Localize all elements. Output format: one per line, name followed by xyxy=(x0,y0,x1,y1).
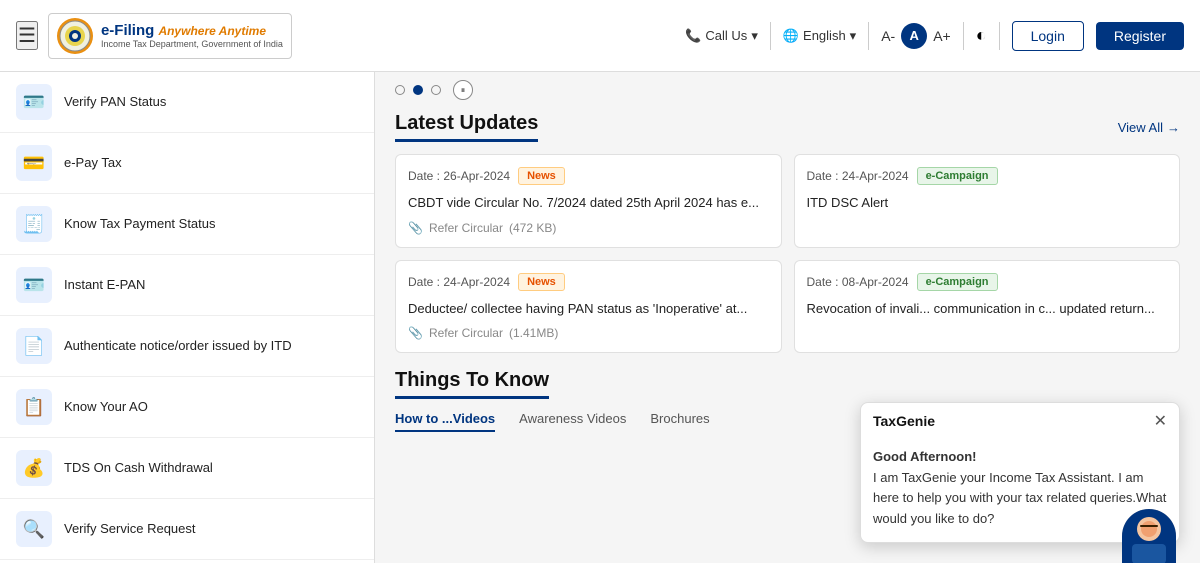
login-button[interactable]: Login xyxy=(1012,21,1084,51)
font-decrease-button[interactable]: A- xyxy=(881,28,895,44)
sidebar-label-know-ao: Know Your AO xyxy=(64,398,148,416)
divider-1 xyxy=(770,22,771,50)
divider-3 xyxy=(963,22,964,50)
card-date-1: Date : 26-Apr-2024 xyxy=(408,169,510,183)
font-increase-button[interactable]: A+ xyxy=(933,28,951,44)
hamburger-icon: ☰ xyxy=(18,25,36,47)
card-body-3: Deductee/ collectee having PAN status as… xyxy=(408,299,769,319)
sidebar-item-tds-cash[interactable]: 💰 TDS On Cash Withdrawal xyxy=(0,438,374,499)
card-date-4: Date : 08-Apr-2024 xyxy=(807,275,909,289)
verify-service-icon: 🔍 xyxy=(16,511,52,547)
know-ao-icon: 📋 xyxy=(16,389,52,425)
sidebar-item-know-payment[interactable]: 🧾 Know Tax Payment Status xyxy=(0,194,374,255)
sidebar-label-verify-pan: Verify PAN Status xyxy=(64,93,166,111)
sidebar-item-epay-tax[interactable]: 💳 e-Pay Tax xyxy=(0,133,374,194)
card-meta-2: Date : 24-Apr-2024 e-Campaign xyxy=(807,167,1168,185)
chatbox-greeting: Good Afternoon! xyxy=(873,449,977,464)
header: ☰ e-Filing Anywhere Anytime Income Tax D… xyxy=(0,0,1200,72)
latest-updates-header: Latest Updates View All → xyxy=(395,112,1180,142)
refer-circular-icon-3: 📎 xyxy=(408,326,423,340)
carousel-dot-2[interactable] xyxy=(413,85,423,95)
tab-brochures[interactable]: Brochures xyxy=(650,411,709,432)
card-meta-4: Date : 08-Apr-2024 e-Campaign xyxy=(807,273,1168,291)
contrast-button[interactable]: ◐ xyxy=(976,25,987,46)
carousel-dot-1[interactable] xyxy=(395,85,405,95)
sidebar-label-authenticate: Authenticate notice/order issued by ITD xyxy=(64,337,292,355)
call-chevron-icon: ▾ xyxy=(751,28,758,44)
sidebar-label-instant-epan: Instant E-PAN xyxy=(64,276,145,294)
card-badge-4: e-Campaign xyxy=(917,273,998,291)
verify-pan-icon: 🪪 xyxy=(16,84,52,120)
chatbox-header: TaxGenie ✕ xyxy=(861,403,1179,439)
latest-updates-title: Latest Updates xyxy=(395,112,538,142)
font-normal-button[interactable]: A xyxy=(901,23,927,49)
epay-tax-icon: 💳 xyxy=(16,145,52,181)
logo-emblem xyxy=(57,18,93,54)
logo-box: e-Filing Anywhere Anytime Income Tax Dep… xyxy=(48,13,292,59)
register-button[interactable]: Register xyxy=(1096,22,1184,50)
header-left: ☰ e-Filing Anywhere Anytime Income Tax D… xyxy=(16,13,292,59)
logo-text: e-Filing Anywhere Anytime Income Tax Dep… xyxy=(101,22,283,49)
taxgenie-title: TaxGenie xyxy=(873,413,935,429)
tab-how-to-videos[interactable]: How to ...Videos xyxy=(395,411,495,432)
divider-4 xyxy=(999,22,1000,50)
sidebar-label-tds-cash: TDS On Cash Withdrawal xyxy=(64,459,213,477)
sidebar-item-verify-pan[interactable]: 🪪 Verify PAN Status xyxy=(0,72,374,133)
card-meta-3: Date : 24-Apr-2024 News xyxy=(408,273,769,291)
sidebar-item-verify-service[interactable]: 🔍 Verify Service Request xyxy=(0,499,374,560)
card-date-3: Date : 24-Apr-2024 xyxy=(408,275,510,289)
chatbox-message: I am TaxGenie your Income Tax Assistant.… xyxy=(873,470,1166,527)
card-badge-2: e-Campaign xyxy=(917,167,998,185)
card-body-1: CBDT vide Circular No. 7/2024 dated 25th… xyxy=(408,193,769,213)
language-button[interactable]: 🌐 English ▾ xyxy=(783,28,856,44)
things-to-know-title: Things To Know xyxy=(395,369,549,399)
card-body-2: ITD DSC Alert xyxy=(807,193,1168,213)
card-date-2: Date : 24-Apr-2024 xyxy=(807,169,909,183)
sidebar: 🪪 Verify PAN Status 💳 e-Pay Tax 🧾 Know T… xyxy=(0,72,375,563)
sidebar-label-epay-tax: e-Pay Tax xyxy=(64,154,122,172)
know-payment-icon: 🧾 xyxy=(16,206,52,242)
sidebar-label-know-payment: Know Tax Payment Status xyxy=(64,215,216,233)
refer-circular-icon-1: 📎 xyxy=(408,221,423,235)
phone-icon: 📞 xyxy=(685,28,701,44)
update-card-1: Date : 26-Apr-2024 News CBDT vide Circul… xyxy=(395,154,782,248)
taxgenie-avatar[interactable] xyxy=(1122,509,1176,563)
card-badge-3: News xyxy=(518,273,565,291)
carousel-dots: ⏸ xyxy=(395,72,1180,104)
update-card-2: Date : 24-Apr-2024 e-Campaign ITD DSC Al… xyxy=(794,154,1181,248)
divider-2 xyxy=(868,22,869,50)
update-card-4: Date : 08-Apr-2024 e-Campaign Revocation… xyxy=(794,260,1181,354)
globe-icon: 🌐 xyxy=(783,28,799,44)
font-controls: A- A A+ xyxy=(881,23,951,49)
card-footer-1[interactable]: 📎 Refer Circular (472 KB) xyxy=(408,221,769,235)
card-meta-1: Date : 26-Apr-2024 News xyxy=(408,167,769,185)
chatbox-close-button[interactable]: ✕ xyxy=(1154,411,1167,431)
card-footer-3[interactable]: 📎 Refer Circular (1.41MB) xyxy=(408,326,769,340)
sidebar-item-know-ao[interactable]: 📋 Know Your AO xyxy=(0,377,374,438)
authenticate-icon: 📄 xyxy=(16,328,52,364)
tab-awareness-videos[interactable]: Awareness Videos xyxy=(519,411,626,432)
call-us-button[interactable]: 📞 Call Us ▾ xyxy=(685,28,758,44)
carousel-dot-3[interactable] xyxy=(431,85,441,95)
lang-chevron-icon: ▾ xyxy=(850,28,857,44)
logo-sub: Income Tax Department, Government of Ind… xyxy=(101,39,283,49)
view-all-link[interactable]: View All → xyxy=(1118,120,1180,135)
instant-epan-icon: 🪪 xyxy=(16,267,52,303)
header-right: 📞 Call Us ▾ 🌐 English ▾ A- A A+ ◐ Login … xyxy=(685,21,1184,51)
logo-efiling: e-Filing Anywhere Anytime xyxy=(101,22,283,39)
updates-grid: Date : 26-Apr-2024 News CBDT vide Circul… xyxy=(395,154,1180,353)
card-badge-1: News xyxy=(518,167,565,185)
carousel-section: ⏸ xyxy=(395,72,1180,104)
sidebar-label-verify-service: Verify Service Request xyxy=(64,520,196,538)
card-body-4: Revocation of invali... communication in… xyxy=(807,299,1168,319)
tds-cash-icon: 💰 xyxy=(16,450,52,486)
hamburger-menu[interactable]: ☰ xyxy=(16,21,38,50)
update-card-3: Date : 24-Apr-2024 News Deductee/ collec… xyxy=(395,260,782,354)
view-all-arrow-icon: → xyxy=(1167,120,1180,135)
carousel-pause-button[interactable]: ⏸ xyxy=(453,80,473,100)
avatar-image xyxy=(1122,509,1176,563)
sidebar-item-authenticate[interactable]: 📄 Authenticate notice/order issued by IT… xyxy=(0,316,374,377)
sidebar-item-instant-epan[interactable]: 🪪 Instant E-PAN xyxy=(0,255,374,316)
